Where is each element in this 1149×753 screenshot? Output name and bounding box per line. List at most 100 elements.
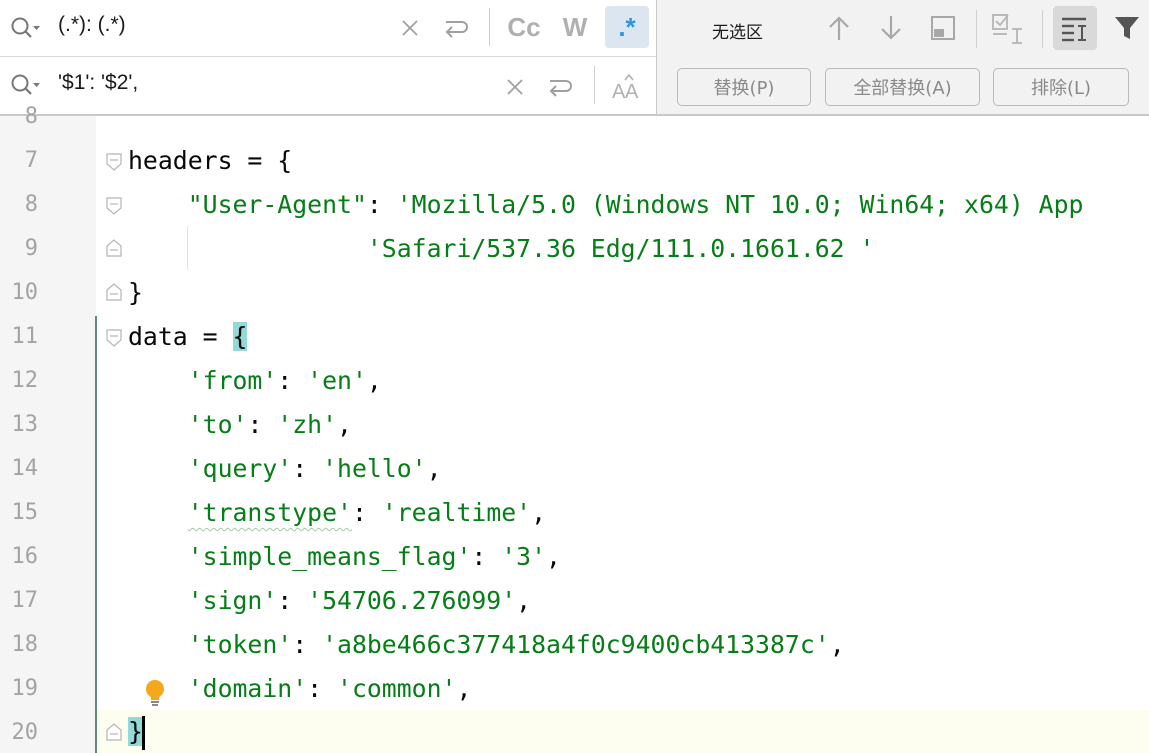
divider: [0, 56, 656, 57]
code-token: :: [351, 498, 382, 527]
line-number: 17: [11, 588, 39, 613]
code-line[interactable]: 'query': 'hello',: [128, 454, 442, 484]
code-line[interactable]: 'domain': 'common',: [128, 674, 472, 704]
code-line[interactable]: "User-Agent": 'Mozilla/5.0 (Windows NT 1…: [128, 190, 1084, 220]
fold-end-icon[interactable]: [106, 239, 122, 257]
divider: [1042, 10, 1043, 48]
code-token: data =: [128, 322, 233, 351]
line-number: 10: [11, 280, 39, 305]
exclude-button[interactable]: 排除(L): [993, 68, 1129, 106]
code-token: ,: [337, 410, 352, 439]
code-line[interactable]: }: [128, 278, 143, 308]
fold-open-icon[interactable]: [106, 153, 122, 171]
window-icon[interactable]: [929, 14, 957, 42]
code-token: ,: [456, 674, 472, 703]
code-token: ,: [546, 542, 561, 571]
code-line[interactable]: 'token': 'a8be466c377418a4f0c9400cb41338…: [128, 630, 845, 660]
code-token: :: [366, 190, 397, 219]
code-line[interactable]: headers = {: [128, 146, 292, 176]
current-line-highlight: [96, 710, 1149, 753]
regex-toggle[interactable]: .*: [605, 6, 649, 48]
clear-icon[interactable]: [401, 19, 419, 37]
code-line[interactable]: 'sign': '54706.276099',: [128, 586, 531, 616]
replace-all-button[interactable]: 全部替换(A): [825, 68, 980, 106]
svg-text:A: A: [612, 81, 626, 100]
code-line[interactable]: 'transtype': 'realtime',: [128, 498, 546, 528]
code-token: :: [277, 366, 308, 395]
fold-open-icon[interactable]: [106, 329, 122, 347]
arrow-up-icon[interactable]: [826, 14, 852, 42]
dict-key: 'simple_means_flag': [187, 542, 472, 571]
fold-end-icon[interactable]: [106, 283, 122, 301]
code-token: :: [307, 674, 338, 703]
fold-open-icon[interactable]: [106, 197, 122, 215]
divider: [976, 10, 977, 48]
dict-value: 'en': [307, 366, 367, 395]
search-icon[interactable]: [10, 73, 40, 97]
search-input[interactable]: (.*): (.*): [58, 13, 126, 37]
match-case-toggle[interactable]: Cc: [502, 6, 546, 48]
newline-icon[interactable]: [442, 16, 470, 40]
text-caret: [141, 716, 145, 750]
line-number: 11: [11, 324, 39, 349]
newline-icon[interactable]: [546, 75, 574, 99]
dict-value: 'a8be466c377418a4f0c9400cb413387c': [322, 630, 830, 659]
code-line[interactable]: 'Safari/537.36 Edg/111.0.1661.62 ': [128, 234, 875, 264]
line-number: 8: [24, 192, 38, 217]
clear-icon[interactable]: [506, 78, 524, 96]
select-occurrence-icon[interactable]: [991, 12, 1027, 44]
arrow-down-icon[interactable]: [878, 14, 904, 42]
divider: [594, 66, 595, 104]
line-number: 15: [11, 500, 39, 525]
dict-key: 'to': [187, 410, 248, 439]
code-token: ,: [516, 586, 532, 615]
line-number: 20: [11, 720, 39, 745]
code-line[interactable]: 'from': 'en',: [128, 366, 382, 396]
code-token: ,: [366, 366, 382, 395]
string-literal: 'Safari/537.36 Edg/111.0.1661.62 ': [366, 234, 875, 263]
line-number: 13: [11, 412, 39, 437]
matched-brace: {: [232, 322, 248, 351]
dict-value: 'hello': [322, 454, 427, 483]
dict-key: 'token': [187, 630, 293, 659]
code-token: :: [292, 630, 323, 659]
lightbulb-icon[interactable]: [142, 678, 168, 708]
svg-text:A: A: [625, 81, 639, 100]
code-token: :: [277, 586, 308, 615]
dict-value: '3': [501, 542, 547, 571]
dict-key: 'sign': [187, 586, 278, 615]
code-line[interactable]: 'to': 'zh',: [128, 410, 352, 440]
matched-brace: }: [128, 717, 143, 746]
code-token: :: [471, 542, 502, 571]
code-line[interactable]: }: [128, 716, 145, 750]
string-literal: 'Mozilla/5.0 (Windows NT 10.0; Win64; x6…: [396, 190, 1084, 219]
filter-icon[interactable]: [1113, 14, 1141, 42]
filter-lines-icon: [1062, 17, 1086, 42]
code-line[interactable]: 'simple_means_flag': '3',: [128, 542, 561, 572]
dict-value: 'zh': [277, 410, 338, 439]
line-number: 7: [24, 148, 38, 173]
dict-value: 'realtime': [381, 498, 532, 527]
whole-words-toggle[interactable]: W: [553, 6, 597, 48]
code-token: ,: [829, 630, 845, 659]
dict-value: 'common': [337, 674, 457, 703]
replace-button[interactable]: 替换(P): [677, 68, 811, 106]
filter-lines-toggle[interactable]: [1053, 6, 1097, 50]
line-number: 18: [11, 632, 39, 657]
selection-label: 无选区: [712, 23, 763, 43]
code-line[interactable]: data = {: [128, 322, 248, 352]
fold-end-icon[interactable]: [106, 723, 122, 741]
code-token: ,: [426, 454, 442, 483]
line-number: 9: [24, 236, 38, 261]
line-number: 12: [11, 368, 39, 393]
line-number: 16: [11, 544, 39, 569]
dict-key: 'query': [187, 454, 293, 483]
line-number: 14: [11, 456, 39, 481]
line-number: 8: [24, 104, 38, 124]
preserve-case-icon[interactable]: A A: [611, 72, 641, 100]
search-icon[interactable]: [10, 16, 40, 40]
line-number: 19: [11, 676, 39, 701]
dict-key: 'transtype': [187, 498, 352, 527]
divider: [489, 8, 490, 46]
replace-input[interactable]: '$1': '$2',: [58, 71, 138, 95]
